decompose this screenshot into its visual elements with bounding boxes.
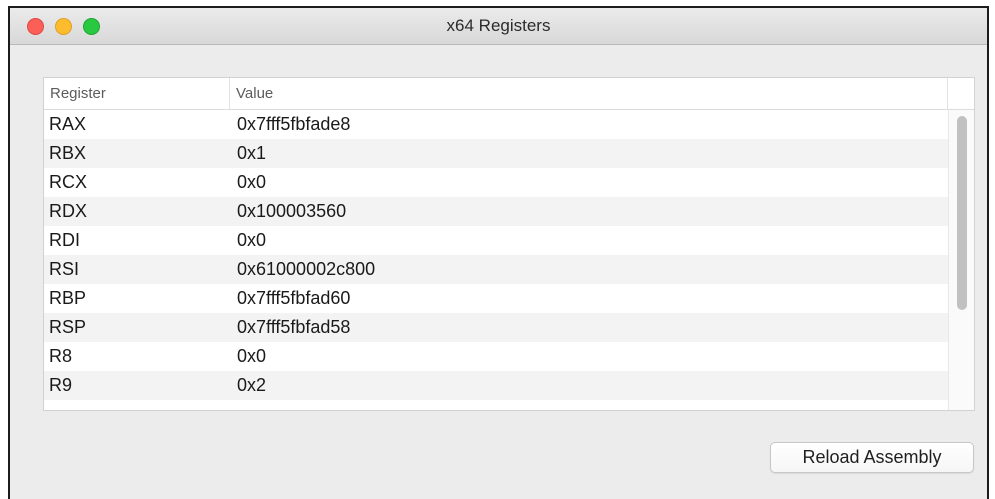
vertical-scrollbar[interactable] [948, 110, 974, 410]
window-title: x64 Registers [446, 16, 551, 35]
table-row[interactable]: RBX 0x1 [44, 139, 948, 168]
register-value: 0x2 [237, 375, 267, 395]
table-row[interactable]: R9 0x2 [44, 371, 948, 400]
register-value: 0x1 [237, 143, 267, 163]
register-name: RSI [49, 259, 80, 279]
table-row[interactable]: RSI 0x61000002c800 [44, 255, 948, 284]
register-name: RCX [49, 172, 88, 192]
table-row[interactable]: RSP 0x7fff5fbfad58 [44, 313, 948, 342]
table-row[interactable]: RDI 0x0 [44, 226, 948, 255]
register-value: 0x100003560 [237, 201, 347, 221]
register-name: RAX [49, 114, 87, 134]
register-name: RDX [49, 201, 88, 221]
register-value: 0x7fff5fbfad58 [237, 317, 351, 337]
title-bar: x64 Registers [10, 8, 987, 45]
register-name: RBP [49, 288, 87, 308]
column-header-register[interactable]: Register [44, 78, 230, 109]
register-value: 0x0 [237, 230, 267, 250]
register-name: R8 [49, 346, 73, 366]
reload-assembly-button[interactable]: Reload Assembly [770, 442, 974, 473]
column-header-value[interactable]: Value [230, 78, 948, 109]
register-name: RDI [49, 230, 80, 250]
table-row[interactable]: RBP 0x7fff5fbfad60 [44, 284, 948, 313]
table-row[interactable]: R8 0x0 [44, 342, 948, 371]
table-body: RAX 0x7fff5fbfade8 RBX 0x1 RCX 0x0 RDX 0… [44, 110, 948, 400]
table-header: Register Value [44, 78, 974, 110]
register-value: 0x7fff5fbfade8 [237, 114, 351, 134]
scrollbar-thumb[interactable] [957, 116, 967, 310]
table-row[interactable]: RDX 0x100003560 [44, 197, 948, 226]
register-value: 0x0 [237, 346, 267, 366]
registers-table: Register Value RAX 0x7fff5fbfade8 RBX 0x… [43, 77, 975, 411]
register-value: 0x61000002c800 [237, 259, 376, 279]
registers-window: x64 Registers Register Value RAX 0x7fff5… [8, 6, 989, 499]
table-row[interactable]: RCX 0x0 [44, 168, 948, 197]
register-name: RBX [49, 143, 87, 163]
register-value: 0x0 [237, 172, 267, 192]
register-value: 0x7fff5fbfad60 [237, 288, 351, 308]
register-name: RSP [49, 317, 87, 337]
table-row[interactable]: RAX 0x7fff5fbfade8 [44, 110, 948, 139]
register-name: R9 [49, 375, 73, 395]
